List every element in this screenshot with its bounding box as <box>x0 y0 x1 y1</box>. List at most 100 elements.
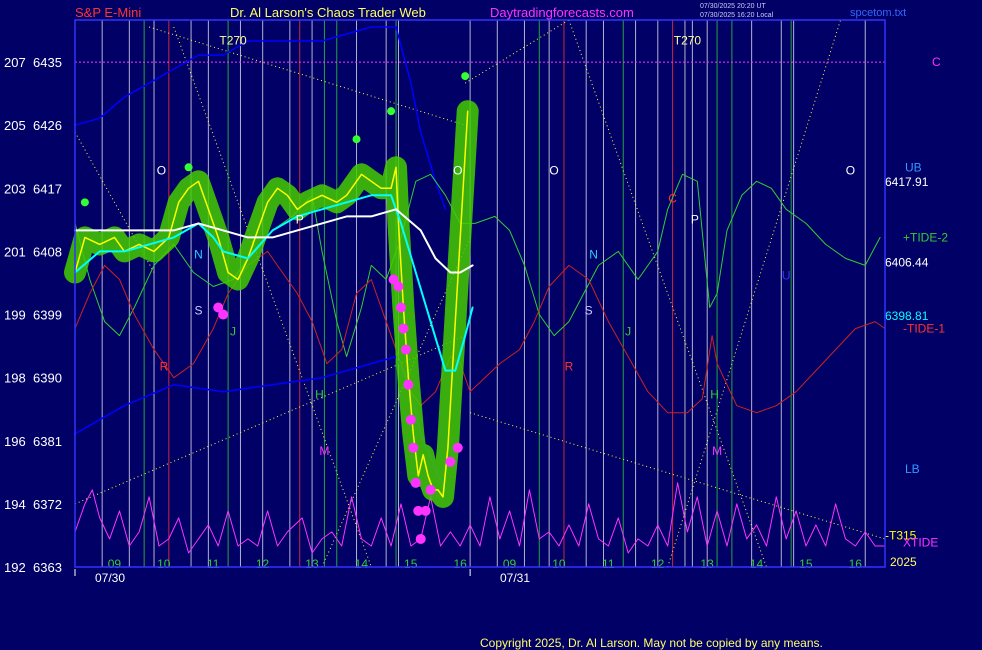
pink-dot <box>218 309 229 320</box>
y-tick-left: 203 <box>4 181 26 196</box>
x-tick-hour: 12 <box>651 557 665 571</box>
dotted-trend-line <box>173 26 372 568</box>
right-label: -TIDE-1 <box>903 322 945 336</box>
dotted-trend-line <box>568 19 767 568</box>
gann-dotted-lines <box>74 19 886 568</box>
marker-label: J <box>625 325 631 339</box>
right-label: +TIDE-2 <box>903 230 948 244</box>
marker-label: T270 <box>674 34 702 48</box>
marker-label: O <box>453 163 462 177</box>
pink-dot <box>420 505 431 516</box>
marker-label: O <box>157 163 166 177</box>
marker-label: P <box>691 212 699 226</box>
pink-dot <box>425 484 436 495</box>
marker-label: N <box>589 247 598 261</box>
x-tick-hour: 09 <box>108 557 122 571</box>
y-tick-price: 6363 <box>33 560 62 575</box>
pink-dot <box>405 414 416 425</box>
x-tick-hour: 16 <box>849 557 863 571</box>
y-axis: 192 6363 194 6372 196 6381 198 6390 199 6399 201 64… <box>4 55 62 575</box>
x-tick-hour: 14 <box>750 557 764 571</box>
marker-label: N <box>194 247 203 261</box>
marker-label: M <box>712 444 722 458</box>
y-tick-price: 6417 <box>33 181 62 196</box>
y-tick-price: 6381 <box>33 434 62 449</box>
dotted-trend-line <box>469 412 886 540</box>
marker-label: M <box>319 444 329 458</box>
y-tick-left: 207 <box>4 55 26 70</box>
right-label: LB <box>905 462 920 476</box>
pink-dot <box>415 533 426 544</box>
timestamp-ut: 07/30/2025 20:20 UT <box>700 3 766 10</box>
marker-label: U <box>782 268 791 282</box>
marker-label: R <box>565 360 574 374</box>
x-date-label: 07/31 <box>500 571 530 585</box>
green-dot <box>80 198 89 207</box>
x-tick-hour: 11 <box>602 557 615 571</box>
right-label: UB <box>905 160 922 174</box>
y-tick-left: 205 <box>4 118 26 133</box>
y-tick-left: 194 <box>4 497 26 512</box>
x-tick-hour: 10 <box>552 557 566 571</box>
right-label: 6417.91 <box>885 175 929 189</box>
y-tick-price: 6372 <box>33 497 62 512</box>
plot-border <box>74 19 886 568</box>
marker-label: S <box>194 304 202 318</box>
time-grid-lines <box>101 20 866 567</box>
y-tick-price: 6390 <box>33 371 62 386</box>
series-lower-band <box>74 355 447 491</box>
y-tick-left: 196 <box>4 434 26 449</box>
site-url[interactable]: Daytradingforecasts.com <box>490 5 634 20</box>
y-tick-price: 6399 <box>33 308 62 323</box>
x-tick-hour: 14 <box>355 557 369 571</box>
marker-label: O <box>549 163 558 177</box>
pink-dot <box>398 323 409 334</box>
pink-dot <box>445 456 456 467</box>
plot-area <box>75 20 885 567</box>
pink-dot <box>403 379 414 390</box>
pink-dot <box>408 442 419 453</box>
timestamp-local: 07/30/2025 16:20 Local <box>700 12 774 19</box>
marker-label: H <box>315 388 324 402</box>
series-glow <box>64 100 479 508</box>
marker-label: P <box>296 212 304 226</box>
y-tick-left: 201 <box>4 244 26 259</box>
dotted-trend-line <box>464 19 570 84</box>
x-tick-hour: 11 <box>207 557 220 571</box>
y-tick-price: 6408 <box>33 244 62 259</box>
marker-label: C <box>668 191 677 205</box>
site-title: Dr. Al Larson's Chaos Trader Web <box>230 5 426 20</box>
green-dot <box>352 135 361 144</box>
marker-label: T270 <box>219 34 247 48</box>
y-tick-left: 192 <box>4 560 26 575</box>
x-tick-hour: 09 <box>503 557 517 571</box>
x-tick-hour: 12 <box>256 557 270 571</box>
marker-label: J <box>230 325 236 339</box>
instrument-title: S&P E-Mini <box>75 5 141 20</box>
pink-dot <box>452 442 463 453</box>
y-tick-left: 199 <box>4 308 26 323</box>
pink-dot <box>393 281 404 292</box>
series-xtide <box>74 482 886 554</box>
copyright: Copyright 2025, Dr. Al Larson. May not b… <box>480 636 823 650</box>
right-label: C <box>932 55 941 69</box>
x-tick-hour: 10 <box>157 557 171 571</box>
series-lines <box>64 26 886 554</box>
green-dot <box>184 163 193 172</box>
x-date-label: 07/30 <box>95 571 125 585</box>
x-tick-hour: 15 <box>404 557 418 571</box>
green-dot <box>387 107 396 116</box>
x-year-label: 2025 <box>890 555 917 569</box>
y-tick-left: 198 <box>4 371 26 386</box>
y-tick-price: 6426 <box>33 118 62 133</box>
pink-dot <box>410 477 421 488</box>
marker-label: S <box>585 304 593 318</box>
marker-label: O <box>846 163 855 177</box>
file-name: spcetom.txt <box>850 7 906 19</box>
marker-label: R <box>160 360 169 374</box>
y-tick-price: 6435 <box>33 55 62 70</box>
x-tick-hour: 13 <box>700 557 714 571</box>
pink-dot <box>400 344 411 355</box>
right-label: XTIDE <box>903 535 938 549</box>
right-label: 6406.44 <box>885 256 929 270</box>
